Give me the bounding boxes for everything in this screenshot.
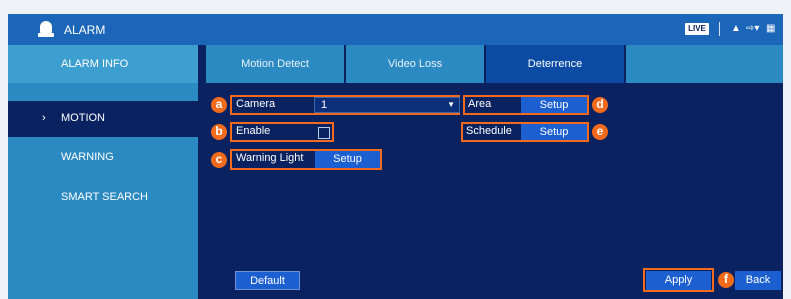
title-bar: ALARM LIVE ▲ ⇨▾ ▦ bbox=[8, 14, 783, 45]
back-button[interactable]: Back bbox=[735, 271, 781, 290]
sidebar-header-label: ALARM INFO bbox=[61, 58, 129, 70]
camera-select-value: 1 bbox=[321, 99, 328, 111]
enable-checkbox[interactable] bbox=[318, 127, 330, 139]
chevron-right-icon: › bbox=[42, 112, 46, 124]
camera-select[interactable]: 1 ▼ bbox=[314, 97, 460, 113]
marker-c: c bbox=[211, 152, 227, 168]
marker-f: f bbox=[718, 272, 734, 288]
marker-e: e bbox=[592, 124, 608, 140]
marker-b: b bbox=[211, 124, 227, 140]
marker-a: a bbox=[211, 97, 227, 113]
default-button[interactable]: Default bbox=[235, 271, 300, 290]
area-setup-button[interactable]: Setup bbox=[521, 97, 587, 113]
logout-icon[interactable]: ⇨▾ bbox=[746, 22, 759, 36]
sidebar-header[interactable]: ALARM INFO bbox=[8, 45, 198, 83]
schedule-label: Schedule bbox=[466, 125, 512, 137]
camera-label: Camera bbox=[236, 98, 276, 110]
sidebar-item-label: SMART SEARCH bbox=[61, 191, 149, 203]
sidebar-item-label: WARNING bbox=[61, 151, 114, 163]
tab-empty bbox=[626, 45, 783, 83]
sidebar: ALARM INFO › MOTION WARNING SMART SEARCH bbox=[8, 45, 198, 299]
warning-light-label: Warning Light bbox=[236, 152, 304, 164]
live-button[interactable]: LIVE bbox=[685, 23, 709, 35]
alarm-window: ALARM LIVE ▲ ⇨▾ ▦ ALARM INFO › MOTION WA… bbox=[8, 14, 783, 299]
tab-deterrence[interactable]: Deterrence bbox=[486, 45, 624, 83]
marker-d: d bbox=[592, 97, 608, 113]
schedule-setup-button[interactable]: Setup bbox=[521, 124, 587, 140]
tab-bar: Motion Detect Video Loss Deterrence bbox=[206, 45, 783, 83]
alarm-bell-icon bbox=[38, 21, 54, 38]
tab-video-loss[interactable]: Video Loss bbox=[346, 45, 484, 83]
sidebar-item-smart-search[interactable]: SMART SEARCH bbox=[8, 180, 198, 216]
tab-motion-detect[interactable]: Motion Detect bbox=[206, 45, 344, 83]
titlebar-divider bbox=[719, 22, 720, 36]
sidebar-item-label: MOTION bbox=[61, 112, 105, 124]
apply-button[interactable]: Apply bbox=[646, 271, 711, 290]
sidebar-item-motion[interactable]: › MOTION bbox=[8, 101, 198, 137]
user-icon[interactable]: ▲ bbox=[731, 22, 741, 36]
grid-icon[interactable]: ▦ bbox=[766, 22, 775, 36]
area-label: Area bbox=[468, 98, 492, 110]
dropdown-arrow-icon: ▼ bbox=[447, 100, 455, 109]
window-title: ALARM bbox=[64, 23, 106, 37]
warning-light-setup-button[interactable]: Setup bbox=[315, 151, 380, 168]
sidebar-item-warning[interactable]: WARNING bbox=[8, 140, 198, 176]
enable-label: Enable bbox=[236, 125, 271, 137]
